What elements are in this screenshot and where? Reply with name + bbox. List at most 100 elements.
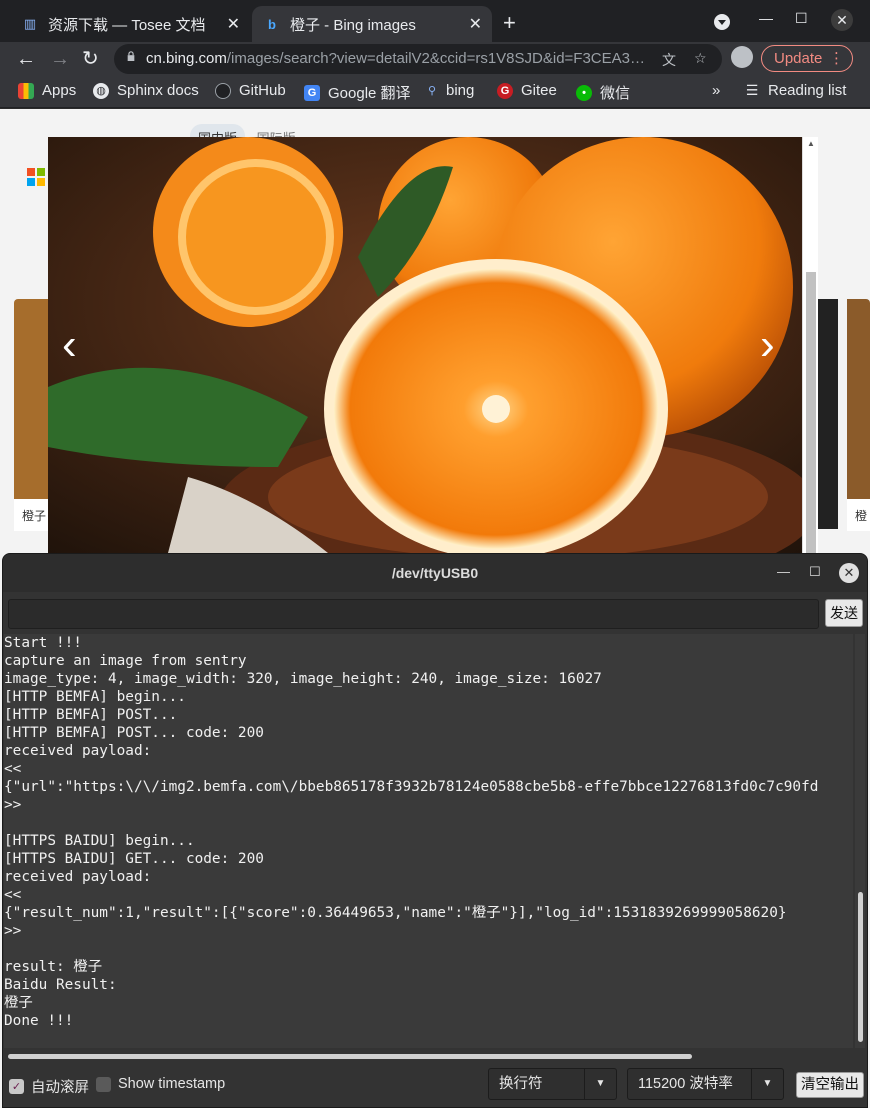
clear-output-button[interactable]: 清空输出	[796, 1072, 864, 1098]
browser-toolbar: ← → ↻ cn.bing.com/images/search?view=det…	[0, 42, 870, 76]
output-line: [HTTP BEMFA] POST...	[4, 707, 178, 723]
scrollbar-thumb[interactable]	[858, 892, 863, 1042]
checkbox-unchecked-icon[interactable]	[96, 1076, 111, 1092]
bookmark-label: Sphinx docs	[117, 82, 199, 99]
chevron-down-icon[interactable]: ▼	[751, 1069, 783, 1099]
line-ending-value: 换行符	[499, 1076, 543, 1092]
output-line: <<	[4, 887, 22, 903]
serial-output[interactable]: Start !!! capture an image from sentry ima…	[4, 634, 853, 1048]
bookmark-sphinx-docs[interactable]: ◍ Sphinx docs	[93, 82, 199, 99]
tab-search-icon[interactable]	[713, 13, 731, 34]
bookmark-bing[interactable]: ⚲ bing	[426, 82, 474, 99]
google-translate-icon: G	[304, 84, 320, 101]
close-window-icon[interactable]: ✕	[831, 9, 853, 31]
baud-rate-select[interactable]: 115200 波特率 ▼	[627, 1068, 784, 1100]
viewer-shadow	[816, 299, 838, 529]
bookmark-google-translate[interactable]: G Google 翻译	[304, 82, 411, 103]
more-menu-icon[interactable]: ⋮	[829, 46, 844, 71]
reading-list-label: Reading list	[768, 82, 847, 99]
output-line: received payload:	[4, 869, 152, 885]
forward-arrow-icon[interactable]: →	[50, 47, 70, 71]
serial-output-text: Start !!! capture an image from sentry ima…	[4, 634, 853, 1030]
bookmark-gitee[interactable]: G Gitee	[497, 82, 557, 99]
close-window-icon[interactable]: ✕	[839, 563, 859, 583]
output-line: received payload:	[4, 743, 152, 759]
autoscroll-label: 自动滚屏	[31, 1080, 89, 1096]
close-tab-icon[interactable]: ✕	[227, 14, 240, 34]
globe-icon: ◍	[93, 82, 109, 99]
timestamp-label: Show timestamp	[118, 1076, 226, 1092]
output-horizontal-scrollbar[interactable]	[4, 1052, 853, 1060]
bookmark-wechat[interactable]: • 微信	[576, 82, 630, 103]
update-button[interactable]: Update ⋮	[761, 45, 853, 72]
tab-bing-images[interactable]: b 橙子 - Bing images ✕	[252, 6, 492, 42]
translate-icon[interactable]: 文	[662, 50, 676, 70]
address-bar[interactable]: cn.bing.com/images/search?view=detailV2&…	[114, 44, 722, 74]
bing-icon: b	[268, 16, 276, 32]
gitee-icon: G	[497, 82, 513, 99]
show-timestamp-checkbox[interactable]: Show timestamp	[96, 1076, 225, 1092]
line-ending-select[interactable]: 换行符 ▼	[488, 1068, 617, 1100]
bookmark-github[interactable]: GitHub	[215, 82, 286, 99]
output-line: Start !!!	[4, 635, 82, 651]
thumbnail-left[interactable]	[14, 299, 48, 499]
chevron-down-icon[interactable]: ▼	[584, 1069, 616, 1099]
wechat-icon: •	[576, 84, 592, 101]
apps-grid-icon	[18, 82, 34, 99]
image-viewer[interactable]: ‹ ›	[48, 137, 802, 553]
output-line: [HTTPS BAIDU] begin...	[4, 833, 195, 849]
bookmark-label: 微信	[600, 85, 631, 102]
output-line: capture an image from sentry	[4, 653, 247, 669]
reload-icon[interactable]: ↻	[82, 47, 99, 71]
search-icon: ⚲	[427, 85, 437, 97]
new-tab-icon[interactable]: +	[503, 10, 516, 36]
bookmark-label: Apps	[42, 82, 77, 99]
bookmark-star-icon[interactable]: ☆	[694, 50, 707, 67]
overflow-label: »	[712, 82, 721, 99]
autoscroll-checkbox[interactable]: ✓ 自动滚屏	[9, 1076, 89, 1097]
thumbnail-caption-right: 橙	[847, 499, 870, 531]
bookmark-apps[interactable]: Apps	[18, 82, 76, 99]
next-image-arrow-icon[interactable]: ›	[760, 323, 775, 367]
profile-avatar-icon[interactable]	[731, 46, 753, 68]
checkbox-checked-icon[interactable]: ✓	[9, 1079, 24, 1094]
maximize-icon[interactable]: ☐	[809, 564, 821, 580]
reading-list-button[interactable]: ☰ Reading list	[744, 82, 847, 99]
minimize-icon[interactable]: —	[759, 10, 773, 26]
bookmarks-overflow-icon[interactable]: »	[712, 82, 720, 99]
tab-tosee-docs[interactable]: ▥ 资源下载 — Tosee 文档 ✕	[10, 6, 250, 42]
minimize-icon[interactable]: —	[777, 564, 790, 579]
back-arrow-icon[interactable]: ←	[16, 47, 36, 71]
send-button[interactable]: 发送	[825, 599, 863, 627]
serial-monitor-window: /dev/ttyUSB0 — ☐ ✕ 发送 Start !!! capture a…	[2, 553, 868, 1108]
close-tab-icon[interactable]: ✕	[469, 14, 482, 34]
microsoft-logo-icon[interactable]	[27, 168, 45, 186]
bookmark-label: bing	[446, 82, 475, 99]
scroll-up-icon[interactable]: ▲	[807, 139, 815, 148]
output-line: Baidu Result:	[4, 977, 117, 993]
reading-list-icon: ☰	[745, 82, 759, 98]
browser-tab-bar: ▥ 资源下载 — Tosee 文档 ✕ b 橙子 - Bing images ✕…	[0, 0, 870, 42]
serial-controls: ✓ 自动滚屏 Show timestamp 换行符 ▼ 115200 波特率 ▼…	[3, 1064, 867, 1108]
send-input[interactable]	[8, 599, 819, 629]
viewer-scrollbar[interactable]: ▲	[802, 137, 818, 553]
output-vertical-scrollbar[interactable]	[855, 634, 865, 1048]
output-line: result: 橙子	[4, 959, 103, 975]
output-line: 橙子	[4, 995, 33, 1011]
tab-title: 橙子 - Bing images	[290, 16, 416, 34]
output-line: <<	[4, 761, 22, 777]
previous-image-arrow-icon[interactable]: ‹	[62, 323, 77, 367]
thumbnail-right[interactable]	[847, 299, 870, 499]
scrollbar-thumb[interactable]	[8, 1054, 692, 1059]
output-line: >>	[4, 797, 22, 813]
output-line: >>	[4, 923, 22, 939]
maximize-icon[interactable]: ☐	[795, 10, 808, 27]
url-text: cn.bing.com/images/search?view=detailV2&…	[146, 50, 646, 67]
output-line: {"url":"https:\/\/img2.bemfa.com\/bbeb86…	[4, 779, 819, 795]
bookmark-label: Gitee	[521, 82, 557, 99]
desktop: ▥ 资源下载 — Tosee 文档 ✕ b 橙子 - Bing images ✕…	[0, 0, 870, 1108]
scrollbar-thumb[interactable]	[806, 272, 816, 553]
orange-photo	[48, 137, 802, 553]
